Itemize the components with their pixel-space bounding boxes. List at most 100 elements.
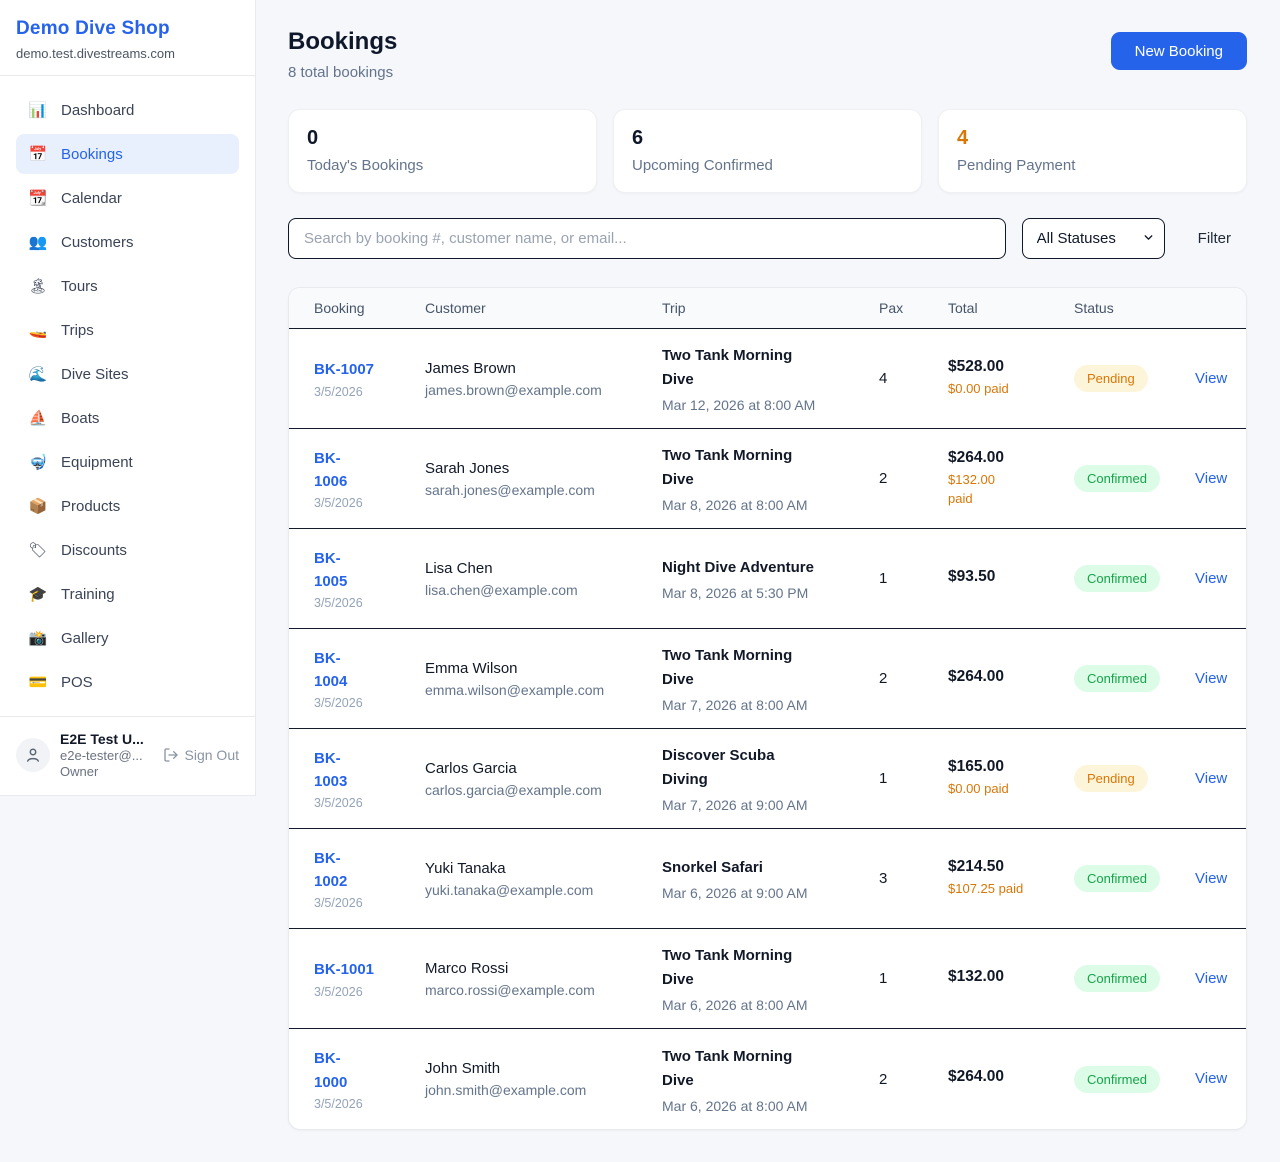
tours-island-icon: 🏝 — [28, 277, 48, 295]
trip-title: Night Dive Adventure — [662, 556, 865, 580]
paid-amount: $132.00 paid — [948, 471, 1074, 509]
person-icon — [24, 746, 42, 764]
status-badge: Confirmed — [1074, 865, 1160, 892]
dashboard-chart-icon: 📊 — [28, 101, 48, 119]
products-package-icon: 📦 — [28, 497, 48, 515]
view-link[interactable]: View — [1195, 470, 1227, 487]
booking-cell: BK- 1004 3/5/2026 — [314, 647, 425, 711]
table-row: BK- 1000 3/5/2026 John Smith john.smith@… — [289, 1029, 1246, 1129]
view-link[interactable]: View — [1195, 370, 1227, 387]
booking-date: 3/5/2026 — [314, 385, 425, 399]
stats-row: 0 Today's Bookings 6 Upcoming Confirmed … — [288, 109, 1247, 193]
table-row: BK-1007 3/5/2026 James Brown james.brown… — [289, 329, 1246, 429]
status-cell: Confirmed — [1074, 965, 1195, 992]
user-meta: E2E Test U... e2e-tester@... Owner — [60, 731, 153, 779]
booking-date: 3/5/2026 — [314, 796, 425, 810]
actions-cell: View — [1195, 570, 1230, 588]
trip-datetime: Mar 6, 2026 at 8:00 AM — [662, 1098, 865, 1114]
view-link[interactable]: View — [1195, 770, 1227, 787]
avatar — [16, 738, 50, 772]
booking-id-link[interactable]: BK-1007 — [314, 358, 374, 381]
booking-cell: BK- 1003 3/5/2026 — [314, 747, 425, 811]
booking-date: 3/5/2026 — [314, 596, 425, 610]
status-badge: Pending — [1074, 365, 1148, 392]
sidebar-nav: 📊 Dashboard 📅 Bookings 📆 Calendar 👥 Cust… — [0, 76, 255, 716]
sidebar-item-gallery[interactable]: 📸 Gallery — [16, 618, 239, 658]
trip-datetime: Mar 7, 2026 at 8:00 AM — [662, 697, 865, 713]
customer-cell: Lisa Chen lisa.chen@example.com — [425, 560, 662, 598]
stat-value: 6 — [632, 127, 903, 150]
stat-label: Today's Bookings — [307, 157, 578, 174]
total-amount: $264.00 — [948, 449, 1074, 467]
customer-cell: John Smith john.smith@example.com — [425, 1060, 662, 1098]
sidebar-item-dive-sites[interactable]: 🌊 Dive Sites — [16, 354, 239, 394]
sidebar-item-products[interactable]: 📦 Products — [16, 486, 239, 526]
pax-cell: 4 — [879, 370, 948, 387]
booking-id-link[interactable]: BK- 1003 — [314, 747, 347, 794]
stat-label: Upcoming Confirmed — [632, 157, 903, 174]
brand-name[interactable]: Demo Dive Shop — [16, 18, 239, 40]
customer-name: John Smith — [425, 1060, 662, 1077]
pax-cell: 2 — [879, 1071, 948, 1088]
filter-button[interactable]: Filter — [1182, 230, 1247, 247]
sidebar-item-tours[interactable]: 🏝 Tours — [16, 266, 239, 306]
view-link[interactable]: View — [1195, 970, 1227, 987]
customer-email: john.smith@example.com — [425, 1082, 662, 1098]
filter-row: All Statuses Filter — [288, 218, 1247, 259]
status-cell: Confirmed — [1074, 665, 1195, 692]
sidebar-item-calendar[interactable]: 📆 Calendar — [16, 178, 239, 218]
actions-cell: View — [1195, 670, 1230, 688]
total-cell: $214.50 $107.25 paid — [948, 858, 1074, 899]
booking-id-link[interactable]: BK- 1005 — [314, 547, 347, 594]
booking-id-link[interactable]: BK- 1004 — [314, 647, 347, 694]
booking-date: 3/5/2026 — [314, 496, 425, 510]
status-cell: Pending — [1074, 365, 1195, 392]
page-header-text: Bookings 8 total bookings — [288, 28, 397, 81]
search-input[interactable] — [288, 218, 1006, 259]
total-cell: $93.50 — [948, 568, 1074, 590]
sidebar-item-trips[interactable]: 🚤 Trips — [16, 310, 239, 350]
status-cell: Confirmed — [1074, 865, 1195, 892]
sidebar-item-discounts[interactable]: 🏷 Discounts — [16, 530, 239, 570]
booking-id-link[interactable]: BK- 1002 — [314, 847, 347, 894]
customer-email: lisa.chen@example.com — [425, 582, 662, 598]
view-link[interactable]: View — [1195, 570, 1227, 587]
booking-id-link[interactable]: BK-1001 — [314, 958, 374, 981]
sidebar-item-customers[interactable]: 👥 Customers — [16, 222, 239, 262]
actions-cell: View — [1195, 470, 1230, 488]
trip-title: Snorkel Safari — [662, 856, 865, 880]
trip-datetime: Mar 8, 2026 at 5:30 PM — [662, 585, 865, 601]
stat-card-pending-payment: 4 Pending Payment — [938, 109, 1247, 193]
customer-email: yuki.tanaka@example.com — [425, 882, 662, 898]
page-title: Bookings — [288, 28, 397, 56]
sidebar-item-training[interactable]: 🎓 Training — [16, 574, 239, 614]
sidebar-item-label: Training — [61, 586, 115, 603]
user-email: e2e-tester@... — [60, 748, 153, 763]
sidebar-item-equipment[interactable]: 🤿 Equipment — [16, 442, 239, 482]
trip-title: Two Tank Morning Dive — [662, 1045, 865, 1093]
user-block: E2E Test U... e2e-tester@... Owner Sign … — [0, 716, 255, 795]
sidebar-item-boats[interactable]: ⛵ Boats — [16, 398, 239, 438]
customer-cell: Sarah Jones sarah.jones@example.com — [425, 460, 662, 498]
status-filter-select[interactable]: All Statuses — [1022, 218, 1165, 259]
stat-value: 0 — [307, 127, 578, 150]
booking-id-link[interactable]: BK- 1000 — [314, 1047, 347, 1094]
new-booking-button[interactable]: New Booking — [1111, 32, 1247, 70]
view-link[interactable]: View — [1195, 870, 1227, 887]
customer-cell: Marco Rossi marco.rossi@example.com — [425, 960, 662, 998]
total-cell: $264.00 $132.00 paid — [948, 449, 1074, 509]
sidebar-item-pos[interactable]: 💳 POS — [16, 662, 239, 702]
status-filter-wrap: All Statuses — [1022, 218, 1165, 259]
trip-cell: Two Tank Morning Dive Mar 6, 2026 at 8:0… — [662, 1045, 879, 1114]
sidebar-item-dashboard[interactable]: 📊 Dashboard — [16, 90, 239, 130]
trip-datetime: Mar 6, 2026 at 8:00 AM — [662, 997, 865, 1013]
view-link[interactable]: View — [1195, 670, 1227, 687]
sidebar-item-label: Products — [61, 498, 120, 515]
sidebar-item-bookings[interactable]: 📅 Bookings — [16, 134, 239, 174]
page-header: Bookings 8 total bookings New Booking — [288, 28, 1247, 81]
booking-cell: BK-1007 3/5/2026 — [314, 358, 425, 398]
booking-id-link[interactable]: BK- 1006 — [314, 447, 347, 494]
view-link[interactable]: View — [1195, 1070, 1227, 1087]
sign-out-button[interactable]: Sign Out — [163, 747, 239, 763]
sidebar-item-label: Bookings — [61, 146, 123, 163]
